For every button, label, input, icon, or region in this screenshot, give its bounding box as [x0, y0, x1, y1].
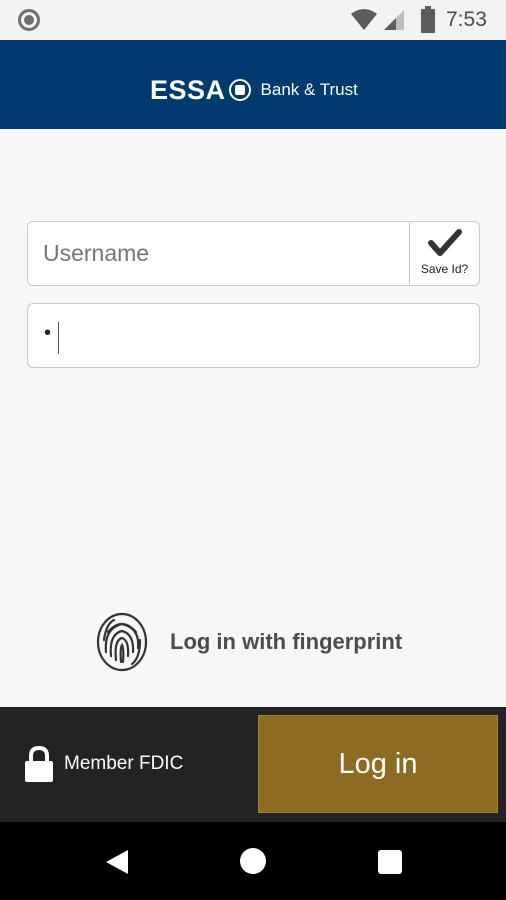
- status-bar: 7:53: [0, 0, 506, 40]
- signal-icon: [384, 10, 404, 30]
- back-icon[interactable]: [104, 848, 130, 876]
- text-cursor: [58, 322, 59, 354]
- brand-subtitle: Bank & Trust: [260, 80, 358, 99]
- battery-icon: [421, 6, 435, 33]
- brand-name: ESSA: [150, 74, 226, 105]
- footer-bar: Member FDIC Log in: [0, 707, 506, 822]
- fingerprint-login-button[interactable]: Log in with fingerprint: [96, 612, 402, 672]
- home-icon[interactable]: [240, 848, 266, 874]
- brand-emblem-icon: [228, 79, 251, 101]
- fingerprint-label: Log in with fingerprint: [170, 629, 403, 654]
- member-fdic-label: Member FDIC: [64, 753, 184, 774]
- status-time: 7:53: [446, 8, 487, 31]
- username-row: Save Id?: [27, 221, 480, 286]
- password-value: •: [44, 322, 52, 344]
- save-id-label: Save Id?: [420, 262, 469, 276]
- brand-logo: ESSA Bank & Trust: [150, 73, 358, 107]
- username-input[interactable]: [28, 222, 410, 285]
- app-header: ESSA Bank & Trust: [0, 40, 506, 129]
- status-dot-icon: [18, 9, 40, 31]
- wifi-icon: [351, 9, 377, 30]
- save-id-toggle[interactable]: Save Id?: [410, 222, 479, 285]
- login-button[interactable]: Log in: [258, 715, 498, 813]
- lock-icon: [25, 745, 53, 782]
- navigation-bar: [0, 822, 506, 900]
- fingerprint-icon: [96, 612, 148, 672]
- checkmark-icon: [427, 229, 462, 256]
- fdic-notice: Member FDIC: [24, 745, 183, 783]
- password-input[interactable]: •: [27, 303, 480, 368]
- recents-icon[interactable]: [378, 850, 402, 874]
